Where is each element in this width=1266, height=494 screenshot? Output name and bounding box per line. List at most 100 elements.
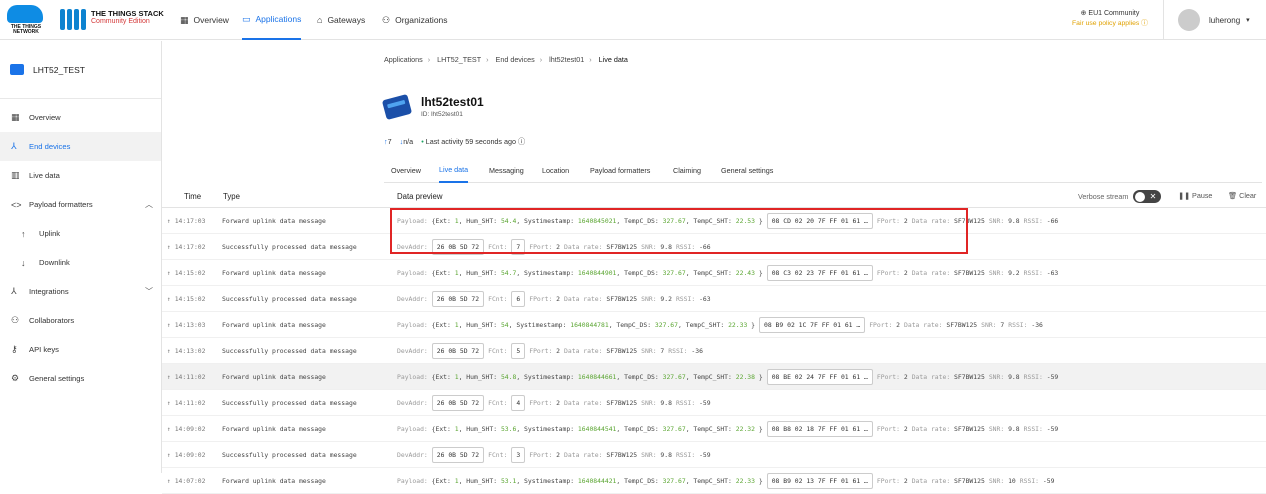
gateway-icon: ⌂ [317,15,323,25]
payload-label: Payload: [397,373,428,381]
row-preview: DevAddr: 26 0B 5D 72 FCnt: 3 FPort: 2 Data ra… [397,447,711,463]
sidebar-item-integrations[interactable]: ⅄ Integrations ﹀ [0,277,161,306]
devaddr-value[interactable]: 26 0B 5D 72 [431,291,485,307]
table-row[interactable]: ↑ 14:07:02 Forward uplink data message Pay… [162,468,1266,494]
key-icon: ⚷ [11,344,18,354]
table-row[interactable]: ↑ 14:13:03 Forward uplink data message Pay… [162,312,1266,338]
table-row[interactable]: ↑ 14:13:02 Successfully processed data me… [162,338,1266,364]
pause-button[interactable]: ❚❚ Pause [1178,191,1212,200]
row-preview: DevAddr: 26 0B 5D 72 FCnt: 6 FPort: 2 Data ra… [397,291,711,307]
nav-overview[interactable]: ▦ Overview [180,0,229,40]
verbose-stream-toggle[interactable]: Verbose stream ✕ [1078,190,1162,203]
sidebar-item-live-data[interactable]: ▥ Live data [0,161,161,190]
help-icon: ⓘ [518,137,526,146]
event-list: ↑ 14:17:03 Forward uplink data message Pay… [162,208,1266,494]
table-row[interactable]: ↑ 14:11:02 Forward uplink data message Pay… [162,364,1266,390]
row-preview: Payload: { Ext: 1, Hum_SHT: 54.8, Systim… [397,369,1058,385]
devaddr-value[interactable]: 26 0B 5D 72 [431,395,485,411]
payload-bytes[interactable]: 08 B8 02 18 7F FF 01 61 … [766,421,873,437]
arrow-up-icon: ↑ [167,295,175,303]
nav-gateways[interactable]: ⌂ Gateways [317,0,365,40]
row-type: Successfully processed data message [222,399,357,407]
tab-general-settings[interactable]: General settings [721,158,773,183]
fair-use-link[interactable]: Fair use policy applies ⓘ [1065,19,1155,29]
payload-bytes[interactable]: 08 B9 02 1C 7F FF 01 61 … [759,317,866,333]
sidebar-item-api-keys[interactable]: ⚷ API keys [0,335,161,364]
row-preview: DevAddr: 26 0B 5D 72 FCnt: 5 FPort: 2 Data ra… [397,343,703,359]
fcnt-value[interactable]: 4 [511,395,526,411]
devaddr-label: DevAddr: [397,347,428,355]
devaddr-value[interactable]: 26 0B 5D 72 [431,447,485,463]
devaddr-value[interactable]: 26 0B 5D 72 [431,343,485,359]
arrow-up-icon: ↑ [167,373,175,381]
payload-label: Payload: [397,269,428,277]
sidebar-item-payload-formatters[interactable]: <> Payload formatters ︿ [0,190,161,219]
table-row[interactable]: ↑ 14:15:02 Successfully processed data me… [162,286,1266,312]
row-preview: DevAddr: 26 0B 5D 72 FCnt: 4 FPort: 2 Data ra… [397,395,711,411]
table-row[interactable]: ↑ 14:11:02 Successfully processed data me… [162,390,1266,416]
arrow-up-icon: ↑ [167,451,175,459]
table-row[interactable]: ↑ 14:09:02 Successfully processed data me… [162,442,1266,468]
tab-claiming[interactable]: Claiming [673,158,701,183]
device-id: ID: lht52test01 [421,111,463,118]
breadcrumb-end-devices[interactable]: End devices [496,55,535,64]
user-menu[interactable]: luherong ▾ [1163,0,1266,40]
row-type: Forward uplink data message [222,425,326,433]
breadcrumb-device[interactable]: lht52test01 [549,55,584,64]
payload-bytes[interactable]: 08 CD 02 20 7F FF 01 61 … [766,213,873,229]
device-icon [381,93,413,121]
arrow-up-icon: ↑ [167,347,175,355]
app-header[interactable]: LHT52_TEST [0,41,161,99]
col-type: Type [223,192,240,201]
row-time: ↑ 14:13:02 [167,347,206,355]
toggle-switch[interactable]: ✕ [1133,190,1162,203]
sidebar: LHT52_TEST ▦ Overview ⅄ End devices ▥ Live … [0,41,162,473]
tab-messaging[interactable]: Messaging [489,158,524,183]
sidebar-item-general-settings[interactable]: ⚙ General settings [0,364,161,393]
sidebar-item-downlink[interactable]: ↓ Downlink [0,248,161,277]
table-row[interactable]: ↑ 14:17:03 Forward uplink data message Pay… [162,208,1266,234]
help-icon: ⓘ [1141,20,1148,27]
window-icon: ▭ [242,13,251,24]
arrow-down-icon: ↓ [21,257,26,268]
nav-applications[interactable]: ▭ Applications [242,0,302,40]
tab-payload-formatters[interactable]: Payload formatters [590,158,650,183]
table-row[interactable]: ↑ 14:15:02 Forward uplink data message Pay… [162,260,1266,286]
people-icon: ⚇ [11,315,20,325]
fcnt-value[interactable]: 3 [511,447,526,463]
sidebar-item-end-devices[interactable]: ⅄ End devices [0,132,161,161]
table-row[interactable]: ↑ 14:09:02 Forward uplink data message Pay… [162,416,1266,442]
stack-edition: Community Edition [91,18,150,25]
nav-organizations[interactable]: ⚇ Organizations [382,0,448,40]
payload-bytes[interactable]: 08 B9 02 13 7F FF 01 61 … [766,473,873,489]
col-preview: Data preview [397,192,443,201]
breadcrumb-app[interactable]: LHT52_TEST [437,55,481,64]
row-type: Successfully processed data message [222,347,357,355]
clear-button[interactable]: 🗑 Clear [1228,191,1256,200]
tab-overview[interactable]: Overview [391,158,421,183]
row-time: ↑ 14:15:02 [167,295,206,303]
fcnt-value[interactable]: 5 [511,343,526,359]
fcnt-value[interactable]: 7 [511,239,526,255]
payload-bytes[interactable]: 08 C3 02 23 7F FF 01 61 … [766,265,873,281]
sidebar-item-collaborators[interactable]: ⚇ Collaborators [0,306,161,335]
row-time: ↑ 14:17:03 [167,217,206,225]
row-preview: DevAddr: 26 0B 5D 72 FCnt: 7 FPort: 2 Data ra… [397,239,711,255]
payload-label: Payload: [397,217,428,225]
sidebar-item-overview[interactable]: ▦ Overview [0,103,161,132]
payload-bytes[interactable]: 08 BE 02 24 7F FF 01 61 … [766,369,873,385]
integrations-icon: ⅄ [11,286,17,296]
devaddr-label: DevAddr: [397,451,428,459]
tab-live-data[interactable]: Live data [439,158,469,183]
ttn-logo[interactable]: THE THINGS NETWORK [5,3,45,37]
table-row[interactable]: ↑ 14:17:02 Successfully processed data me… [162,234,1266,260]
tab-location[interactable]: Location [542,158,569,183]
devaddr-value[interactable]: 26 0B 5D 72 [431,239,485,255]
arrow-up-icon: ↑ [167,399,175,407]
code-icon: <> [11,199,22,210]
breadcrumb-live-data: Live data [598,55,628,64]
sidebar-item-uplink[interactable]: ↑ Uplink [0,219,161,248]
fcnt-value[interactable]: 6 [511,291,526,307]
pause-icon: ❚❚ [1178,191,1193,200]
breadcrumb-applications[interactable]: Applications [384,55,423,64]
